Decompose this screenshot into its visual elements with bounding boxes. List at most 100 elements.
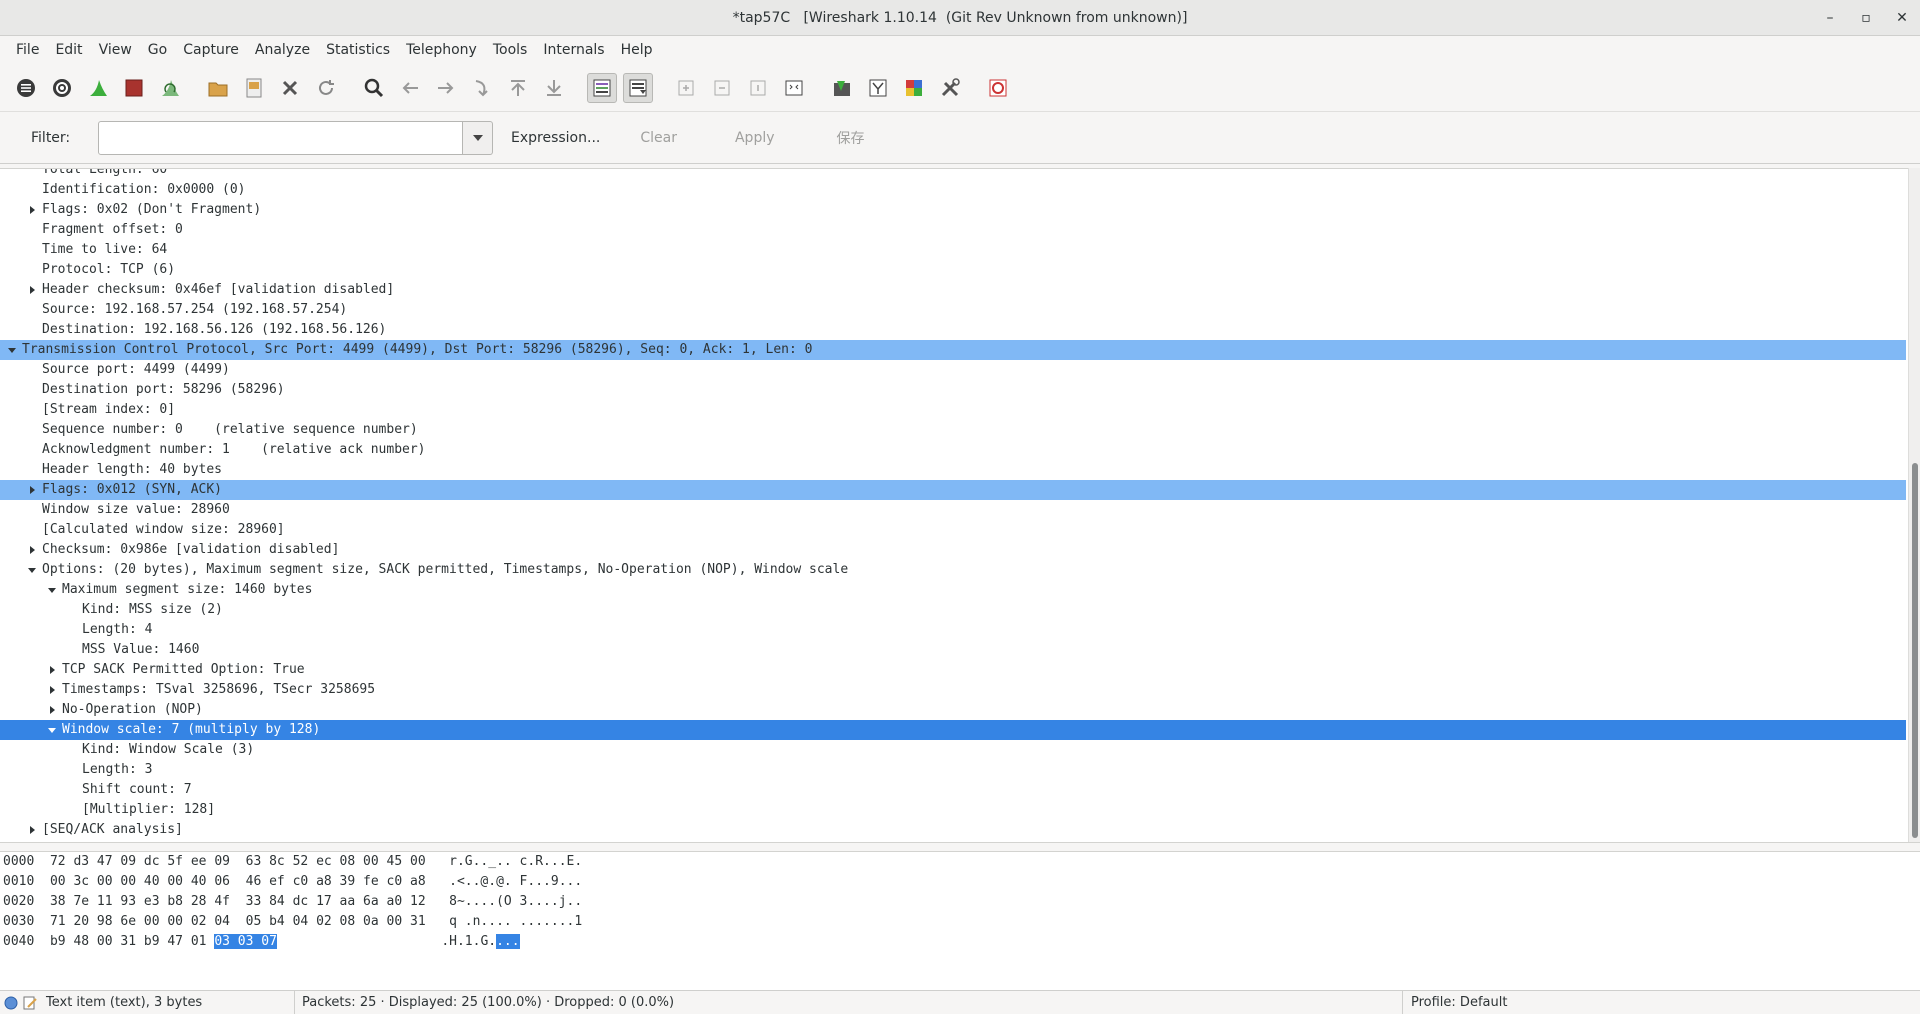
restart-capture-button[interactable] xyxy=(155,73,185,103)
tree-row[interactable]: Shift count: 7 xyxy=(0,780,1906,800)
capture-options-button[interactable] xyxy=(47,73,77,103)
hex-row[interactable]: 0000 72 d3 47 09 dc 5f ee 09 63 8c 52 ec… xyxy=(3,852,582,872)
tree-row[interactable]: Maximum segment size: 1460 bytes xyxy=(0,580,1906,600)
profile-indicator[interactable]: Profile: Default xyxy=(1403,991,1507,1014)
tree-row[interactable]: Window scale: 7 (multiply by 128) xyxy=(0,720,1906,740)
tree-row[interactable]: Timestamps: TSval 3258696, TSecr 3258695 xyxy=(0,680,1906,700)
tree-row[interactable]: No-Operation (NOP) xyxy=(0,700,1906,720)
resize-columns-button[interactable] xyxy=(779,73,809,103)
expand-arrow-right-icon[interactable] xyxy=(26,480,38,500)
tree-row[interactable]: Length: 4 xyxy=(0,620,1906,640)
save-button[interactable]: 保存 xyxy=(837,128,865,148)
capture-filters-button[interactable] xyxy=(827,73,857,103)
tree-row[interactable]: Length: 3 xyxy=(0,760,1906,780)
menu-tools[interactable]: Tools xyxy=(485,36,536,64)
help-button[interactable] xyxy=(983,73,1013,103)
save-file-button[interactable] xyxy=(239,73,269,103)
tree-row[interactable]: [Multiplier: 128] xyxy=(0,800,1906,820)
stop-capture-button[interactable] xyxy=(119,73,149,103)
tree-row[interactable]: Protocol: TCP (6) xyxy=(0,260,1906,280)
tree-row[interactable]: Fragment offset: 0 xyxy=(0,220,1906,240)
expand-arrow-down-icon[interactable] xyxy=(46,580,58,600)
tree-row[interactable]: Source port: 4499 (4499) xyxy=(0,360,1906,380)
close-file-button[interactable] xyxy=(275,73,305,103)
tree-row[interactable]: Flags: 0x02 (Don't Fragment) xyxy=(0,200,1906,220)
menu-help[interactable]: Help xyxy=(613,36,661,64)
menu-internals[interactable]: Internals xyxy=(535,36,612,64)
hex-row[interactable]: 0040 b9 48 00 31 b9 47 01 03 03 07 .H.1.… xyxy=(3,932,520,952)
clear-button[interactable]: Clear xyxy=(640,130,677,146)
tree-row[interactable]: Window size value: 28960 xyxy=(0,500,1906,520)
expand-arrow-down-icon[interactable] xyxy=(26,560,38,580)
menu-edit[interactable]: Edit xyxy=(47,36,90,64)
tree-row[interactable]: MSS Value: 1460 xyxy=(0,640,1906,660)
colorize-button[interactable] xyxy=(587,72,617,103)
tree-row[interactable]: Destination port: 58296 (58296) xyxy=(0,380,1906,400)
tree-row[interactable]: Checksum: 0x986e [validation disabled] xyxy=(0,540,1906,560)
open-file-button[interactable] xyxy=(203,73,233,103)
tree-row[interactable]: Source: 192.168.57.254 (192.168.57.254) xyxy=(0,300,1906,320)
expand-arrow-right-icon[interactable] xyxy=(46,680,58,700)
expand-arrow-right-icon[interactable] xyxy=(46,700,58,720)
menu-statistics[interactable]: Statistics xyxy=(318,36,398,64)
expand-arrow-right-icon[interactable] xyxy=(26,540,38,560)
interfaces-button[interactable] xyxy=(11,73,41,103)
tree-row[interactable]: Transmission Control Protocol, Src Port:… xyxy=(0,340,1906,360)
expand-arrow-down-icon[interactable] xyxy=(6,340,18,360)
expand-arrow-right-icon[interactable] xyxy=(46,660,58,680)
tree-scrollbar[interactable] xyxy=(1908,168,1920,842)
menu-file[interactable]: File xyxy=(8,36,47,64)
display-filters-button[interactable] xyxy=(863,73,893,103)
menu-analyze[interactable]: Analyze xyxy=(247,36,318,64)
packet-bytes-pane[interactable]: 0000 72 d3 47 09 dc 5f ee 09 63 8c 52 ec… xyxy=(0,852,1920,990)
hex-row[interactable]: 0010 00 3c 00 00 40 00 40 06 46 ef c0 a8… xyxy=(3,872,582,892)
tree-row[interactable]: Kind: MSS size (2) xyxy=(0,600,1906,620)
expand-arrow-right-icon[interactable] xyxy=(26,820,38,840)
packet-details-tree[interactable]: Total Length: 60 Identification: 0x0000 (… xyxy=(0,168,1908,842)
auto-scroll-button[interactable] xyxy=(623,72,653,103)
zoom-in-button[interactable] xyxy=(671,73,701,103)
tree-row[interactable]: Options: (20 bytes), Maximum segment siz… xyxy=(0,560,1906,580)
normal-size-button[interactable] xyxy=(743,73,773,103)
tree-scrollbar-thumb[interactable] xyxy=(1912,463,1918,838)
start-capture-button[interactable] xyxy=(83,73,113,103)
coloring-rules-button[interactable] xyxy=(899,73,929,103)
tree-row[interactable]: Acknowledgment number: 1 (relative ack n… xyxy=(0,440,1906,460)
zoom-out-button[interactable] xyxy=(707,73,737,103)
tree-row[interactable]: TCP SACK Permitted Option: True xyxy=(0,660,1906,680)
go-back-button[interactable] xyxy=(395,73,425,103)
tree-row[interactable]: [Stream index: 0] xyxy=(0,400,1906,420)
expression-button[interactable]: Expression... xyxy=(511,130,600,146)
last-packet-button[interactable] xyxy=(539,73,569,103)
hex-row[interactable]: 0030 71 20 98 6e 00 00 02 04 05 b4 04 02… xyxy=(3,912,582,932)
menu-view[interactable]: View xyxy=(91,36,140,64)
tree-row[interactable]: Destination: 192.168.56.126 (192.168.56.… xyxy=(0,320,1906,340)
tree-row[interactable]: Flags: 0x012 (SYN, ACK) xyxy=(0,480,1906,500)
apply-button[interactable]: Apply xyxy=(735,130,775,146)
tree-row[interactable]: Header checksum: 0x46ef [validation disa… xyxy=(0,280,1906,300)
menu-go[interactable]: Go xyxy=(140,36,175,64)
menu-capture[interactable]: Capture xyxy=(175,36,247,64)
hex-row[interactable]: 0020 38 7e 11 93 e3 b8 28 4f 33 84 dc 17… xyxy=(3,892,582,912)
preferences-button[interactable] xyxy=(935,73,965,103)
pane-splitter[interactable] xyxy=(0,842,1920,852)
tree-row[interactable]: [SEQ/ACK analysis] xyxy=(0,820,1906,840)
minimize-button[interactable]: – xyxy=(1820,10,1840,26)
tree-row[interactable]: Identification: 0x0000 (0) xyxy=(0,180,1906,200)
tree-row[interactable]: Time to live: 64 xyxy=(0,240,1906,260)
expand-arrow-right-icon[interactable] xyxy=(26,200,38,220)
tree-row[interactable]: [Calculated window size: 28960] xyxy=(0,520,1906,540)
filter-history-dropdown[interactable] xyxy=(463,120,493,155)
expand-arrow-down-icon[interactable] xyxy=(46,720,58,740)
go-to-packet-button[interactable] xyxy=(467,73,497,103)
find-packet-button[interactable] xyxy=(359,73,389,103)
go-forward-button[interactable] xyxy=(431,73,461,103)
tree-row[interactable]: Header length: 40 bytes xyxy=(0,460,1906,480)
expand-arrow-right-icon[interactable] xyxy=(26,280,38,300)
close-button[interactable]: ✕ xyxy=(1892,10,1912,26)
tree-row[interactable]: Total Length: 60 xyxy=(0,169,1906,180)
menu-telephony[interactable]: Telephony xyxy=(398,36,485,64)
capture-comment-icon[interactable] xyxy=(22,995,38,1011)
reload-button[interactable] xyxy=(311,73,341,103)
maximize-button[interactable]: ▫ xyxy=(1856,10,1876,26)
